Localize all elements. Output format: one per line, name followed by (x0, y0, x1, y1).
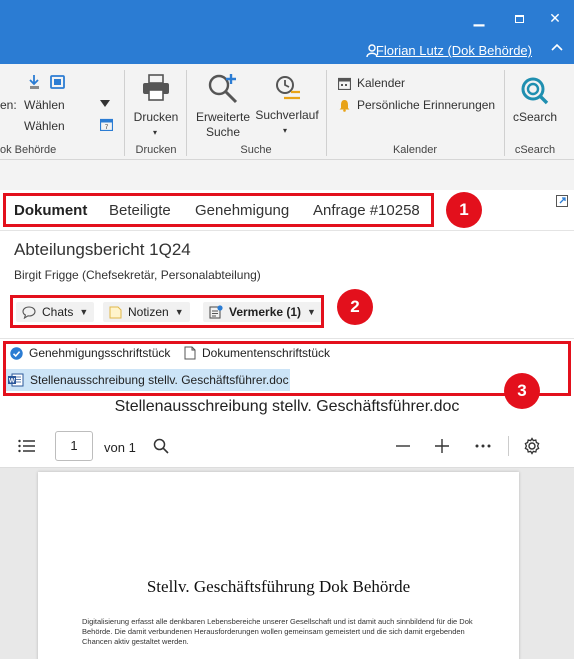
calendar-button[interactable]: Kalender (338, 74, 405, 92)
search-history-button[interactable]: Suchverlauf ▾ (254, 72, 320, 140)
tabs-divider (0, 230, 574, 231)
print-dropdown-caret: ▾ (153, 128, 158, 137)
ribbon-separator (124, 70, 125, 156)
settings-gear-icon[interactable] (523, 437, 541, 455)
annotation-box-dropdowns (10, 295, 324, 328)
ribbon-group-label-print: Drucken (135, 144, 177, 156)
zoom-out-icon[interactable] (395, 438, 411, 454)
select-dropdown-2[interactable]: Wählen (24, 119, 65, 133)
popout-icon[interactable] (556, 195, 568, 207)
ribbon-group-label-search: Suche (240, 144, 272, 156)
print-button-label: Drucken (133, 110, 179, 124)
ribbon-gap (0, 160, 574, 190)
bell-icon (339, 99, 350, 112)
annotation-box-tabs (3, 193, 434, 227)
calendar-label: Kalender (357, 76, 406, 90)
advanced-search-label-line2: Suche (205, 125, 241, 139)
csearch-label: cSearch (512, 110, 558, 124)
dropdown-arrow-icon[interactable] (100, 100, 110, 107)
user-account-link[interactable]: Florian Lutz (Dok Behörde) (376, 43, 532, 58)
advanced-search-button[interactable]: Erweiterte Suche (192, 72, 254, 140)
printer-icon (143, 74, 169, 101)
attachments-divider (0, 338, 574, 339)
zoom-in-icon[interactable] (434, 438, 450, 454)
minimize-button[interactable]: ▁ (464, 8, 494, 28)
chevron-up-icon (551, 43, 563, 51)
search-icon[interactable] (153, 438, 169, 454)
csearch-button[interactable]: cSearch (510, 72, 560, 132)
ribbon-group-label-csearch: cSearch (514, 144, 556, 156)
outline-list-icon[interactable] (18, 439, 36, 453)
select-dropdown-1[interactable]: Wählen (24, 98, 65, 112)
maximize-button[interactable] (504, 8, 534, 28)
page-body-text: Digitalisierung erfasst alle denkbaren L… (82, 617, 473, 646)
reminders-label: Persönliche Erinnerungen (357, 98, 496, 112)
ribbon-prefix-label: en: (0, 98, 17, 112)
page-heading: Stellv. Geschäftsführung Dok Behörde (146, 577, 411, 596)
viewer-document-name: Stellenausschreibung stellv. Geschäftsfü… (114, 398, 460, 415)
annotation-badge-2: 2 (337, 289, 373, 325)
document-author: Birgit Frigge (Chefsekretär, Personalabt… (14, 268, 261, 282)
search-history-label: Suchverlauf (255, 108, 319, 122)
annotation-box-attachments (3, 341, 571, 396)
ribbon-group-label-calendar: Kalender (392, 144, 438, 156)
toolbar-divider (508, 436, 509, 456)
collapse-ribbon-button[interactable] (550, 40, 566, 56)
reminders-button[interactable]: Persönliche Erinnerungen (338, 96, 495, 114)
csearch-icon (521, 77, 549, 105)
close-button[interactable]: ✕ (540, 8, 570, 28)
download-icon (29, 75, 65, 89)
calendar-icon (338, 77, 351, 90)
advanced-search-icon (208, 74, 238, 104)
advanced-search-label-line1: Erweiterte (195, 110, 251, 124)
ribbon-separator (504, 70, 505, 156)
search-history-dropdown-caret: ▾ (283, 126, 288, 135)
search-history-icon (276, 76, 300, 100)
page-count-label: von 1 (104, 440, 136, 455)
document-title: Abteilungsbericht 1Q24 (14, 240, 191, 259)
maximize-icon (514, 15, 524, 23)
annotation-badge-1: 1 (446, 192, 482, 228)
page-number-input[interactable]: 1 (55, 431, 93, 461)
ribbon-group-label-left: ok Behörde (0, 144, 57, 156)
calendar-small-icon[interactable]: 7 (100, 118, 113, 131)
ribbon-separator (186, 70, 187, 156)
more-options-icon[interactable] (475, 443, 491, 449)
print-button[interactable]: Drucken ▾ (130, 72, 182, 138)
ribbon-separator (326, 70, 327, 156)
